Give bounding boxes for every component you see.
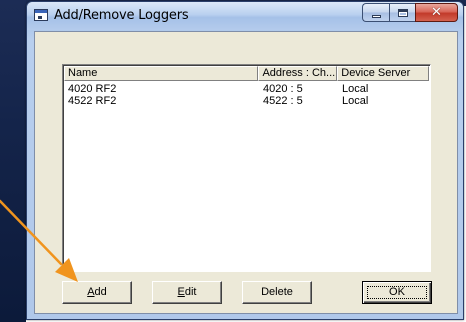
list-item[interactable]: 4522 RF2 4522 : 5 Local xyxy=(64,95,429,107)
minimize-icon xyxy=(371,14,381,18)
add-label-rest: dd xyxy=(94,286,107,298)
app-window-icon[interactable] xyxy=(34,9,48,21)
edit-button[interactable]: Edit xyxy=(152,281,222,304)
desktop-background xyxy=(0,0,26,322)
logger-address: 4020 : 5 xyxy=(263,83,303,95)
column-header-name[interactable]: Name xyxy=(64,66,259,81)
add-remove-loggers-window: Add/Remove Loggers ✕ Name Address : Ch..… xyxy=(26,1,464,320)
column-header-address[interactable]: Address : Ch... xyxy=(258,66,338,81)
column-header-device-server[interactable]: Device Server xyxy=(337,66,429,81)
logger-address: 4522 : 5 xyxy=(263,95,303,107)
maximize-icon xyxy=(397,8,408,17)
focus-rectangle xyxy=(367,286,427,299)
title-bar[interactable]: Add/Remove Loggers ✕ xyxy=(27,2,463,30)
add-mnemonic: A xyxy=(87,286,95,298)
close-button[interactable]: ✕ xyxy=(415,3,458,22)
window-title: Add/Remove Loggers xyxy=(54,8,189,23)
caption-buttons: ✕ xyxy=(362,3,458,22)
loggers-list-view[interactable]: Name Address : Ch... Device Server 4020 … xyxy=(62,64,431,272)
list-header: Name Address : Ch... Device Server xyxy=(64,66,429,81)
ok-button[interactable]: OK xyxy=(362,281,432,304)
add-button[interactable]: Add xyxy=(62,281,132,304)
minimize-button[interactable] xyxy=(362,3,389,22)
logger-device-server: Local xyxy=(342,95,369,107)
maximize-button[interactable] xyxy=(389,3,415,22)
logger-name: 4020 RF2 xyxy=(68,83,117,95)
logger-device-server: Local xyxy=(342,83,369,95)
list-item[interactable]: 4020 RF2 4020 : 5 Local xyxy=(64,83,429,95)
logger-name: 4522 RF2 xyxy=(68,95,117,107)
edit-mnemonic: E xyxy=(177,286,185,298)
delete-button[interactable]: Delete xyxy=(242,281,312,304)
dialog-client-area: Name Address : Ch... Device Server 4020 … xyxy=(34,31,458,314)
close-icon: ✕ xyxy=(431,5,442,20)
edit-label-rest: dit xyxy=(184,286,197,298)
